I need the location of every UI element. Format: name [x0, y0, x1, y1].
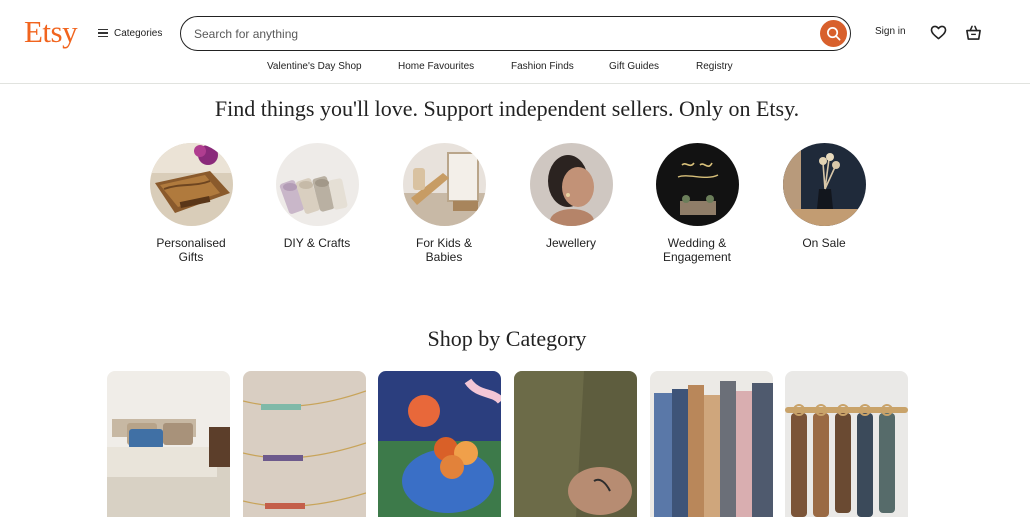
category-label-line1: DIY & Crafts [283, 236, 351, 250]
category-image [655, 143, 739, 226]
search-button[interactable] [820, 19, 847, 47]
site-header: Etsy Categories Sign in Valentine's Day … [0, 0, 1030, 84]
category-image [529, 143, 613, 226]
hamburger-icon [98, 28, 108, 38]
subnav-item-home-favourites[interactable]: Home Favourites [398, 61, 474, 72]
circle-category-wedding-engagement[interactable]: Wedding & Engagement [642, 143, 752, 264]
subnav-item-registry[interactable]: Registry [696, 61, 733, 72]
category-tile-jewellery[interactable] [243, 371, 366, 517]
category-label-line1: Personalised [156, 236, 226, 250]
search-bar [180, 16, 851, 51]
bedroom-image [107, 371, 230, 517]
category-label-line2: Babies [425, 250, 463, 264]
leather-keychains-image [785, 371, 908, 517]
categories-label: Categories [114, 27, 163, 39]
category-tile-home[interactable] [107, 371, 230, 517]
painting-image [378, 371, 501, 517]
category-image [782, 143, 866, 226]
category-image [275, 143, 359, 226]
leather-swatches-image [650, 371, 773, 517]
search-icon [827, 26, 841, 40]
category-label-line1: Jewellery [545, 236, 596, 250]
hero-headline: Find things you'll love. Support indepen… [214, 96, 800, 121]
category-tile-clothing[interactable] [514, 371, 637, 517]
category-tile-accessories[interactable] [785, 371, 908, 517]
category-subnav: Valentine's Day Shop Home Favourites Fas… [0, 61, 1030, 75]
circle-category-diy-crafts[interactable]: DIY & Crafts [262, 143, 372, 250]
necklaces-image [243, 371, 366, 517]
sign-in-link[interactable]: Sign in [875, 26, 906, 37]
etsy-logo[interactable]: Etsy [24, 14, 78, 50]
circle-category-personalised-gifts[interactable]: Personalised Gifts [136, 143, 246, 264]
category-tile-craft-supplies[interactable] [650, 371, 773, 517]
category-label-line1: For Kids & [415, 236, 472, 250]
category-label-line2: Gifts [178, 250, 204, 264]
heart-icon[interactable] [930, 25, 947, 40]
shopping-bag-icon[interactable] [965, 24, 982, 41]
category-label-line2: Engagement [662, 250, 732, 264]
circle-category-jewellery[interactable]: Jewellery [516, 143, 626, 250]
categories-button[interactable]: Categories [98, 24, 162, 42]
category-image [402, 143, 486, 226]
circle-category-on-sale[interactable]: On Sale [769, 143, 879, 250]
category-label-line1: Wedding & [667, 236, 727, 250]
category-image [149, 143, 233, 226]
search-input[interactable] [181, 18, 850, 49]
category-tile-art[interactable] [378, 371, 501, 517]
shop-by-category-heading: Shop by Category [427, 326, 587, 351]
circle-category-for-kids-babies[interactable]: For Kids & Babies [389, 143, 499, 264]
sweatshirt-image [514, 371, 637, 517]
subnav-item-fashion-finds[interactable]: Fashion Finds [511, 61, 574, 72]
category-label-line1: On Sale [802, 236, 846, 250]
subnav-item-gift-guides[interactable]: Gift Guides [609, 61, 659, 72]
subnav-item-valentines-day-shop[interactable]: Valentine's Day Shop [267, 61, 362, 72]
